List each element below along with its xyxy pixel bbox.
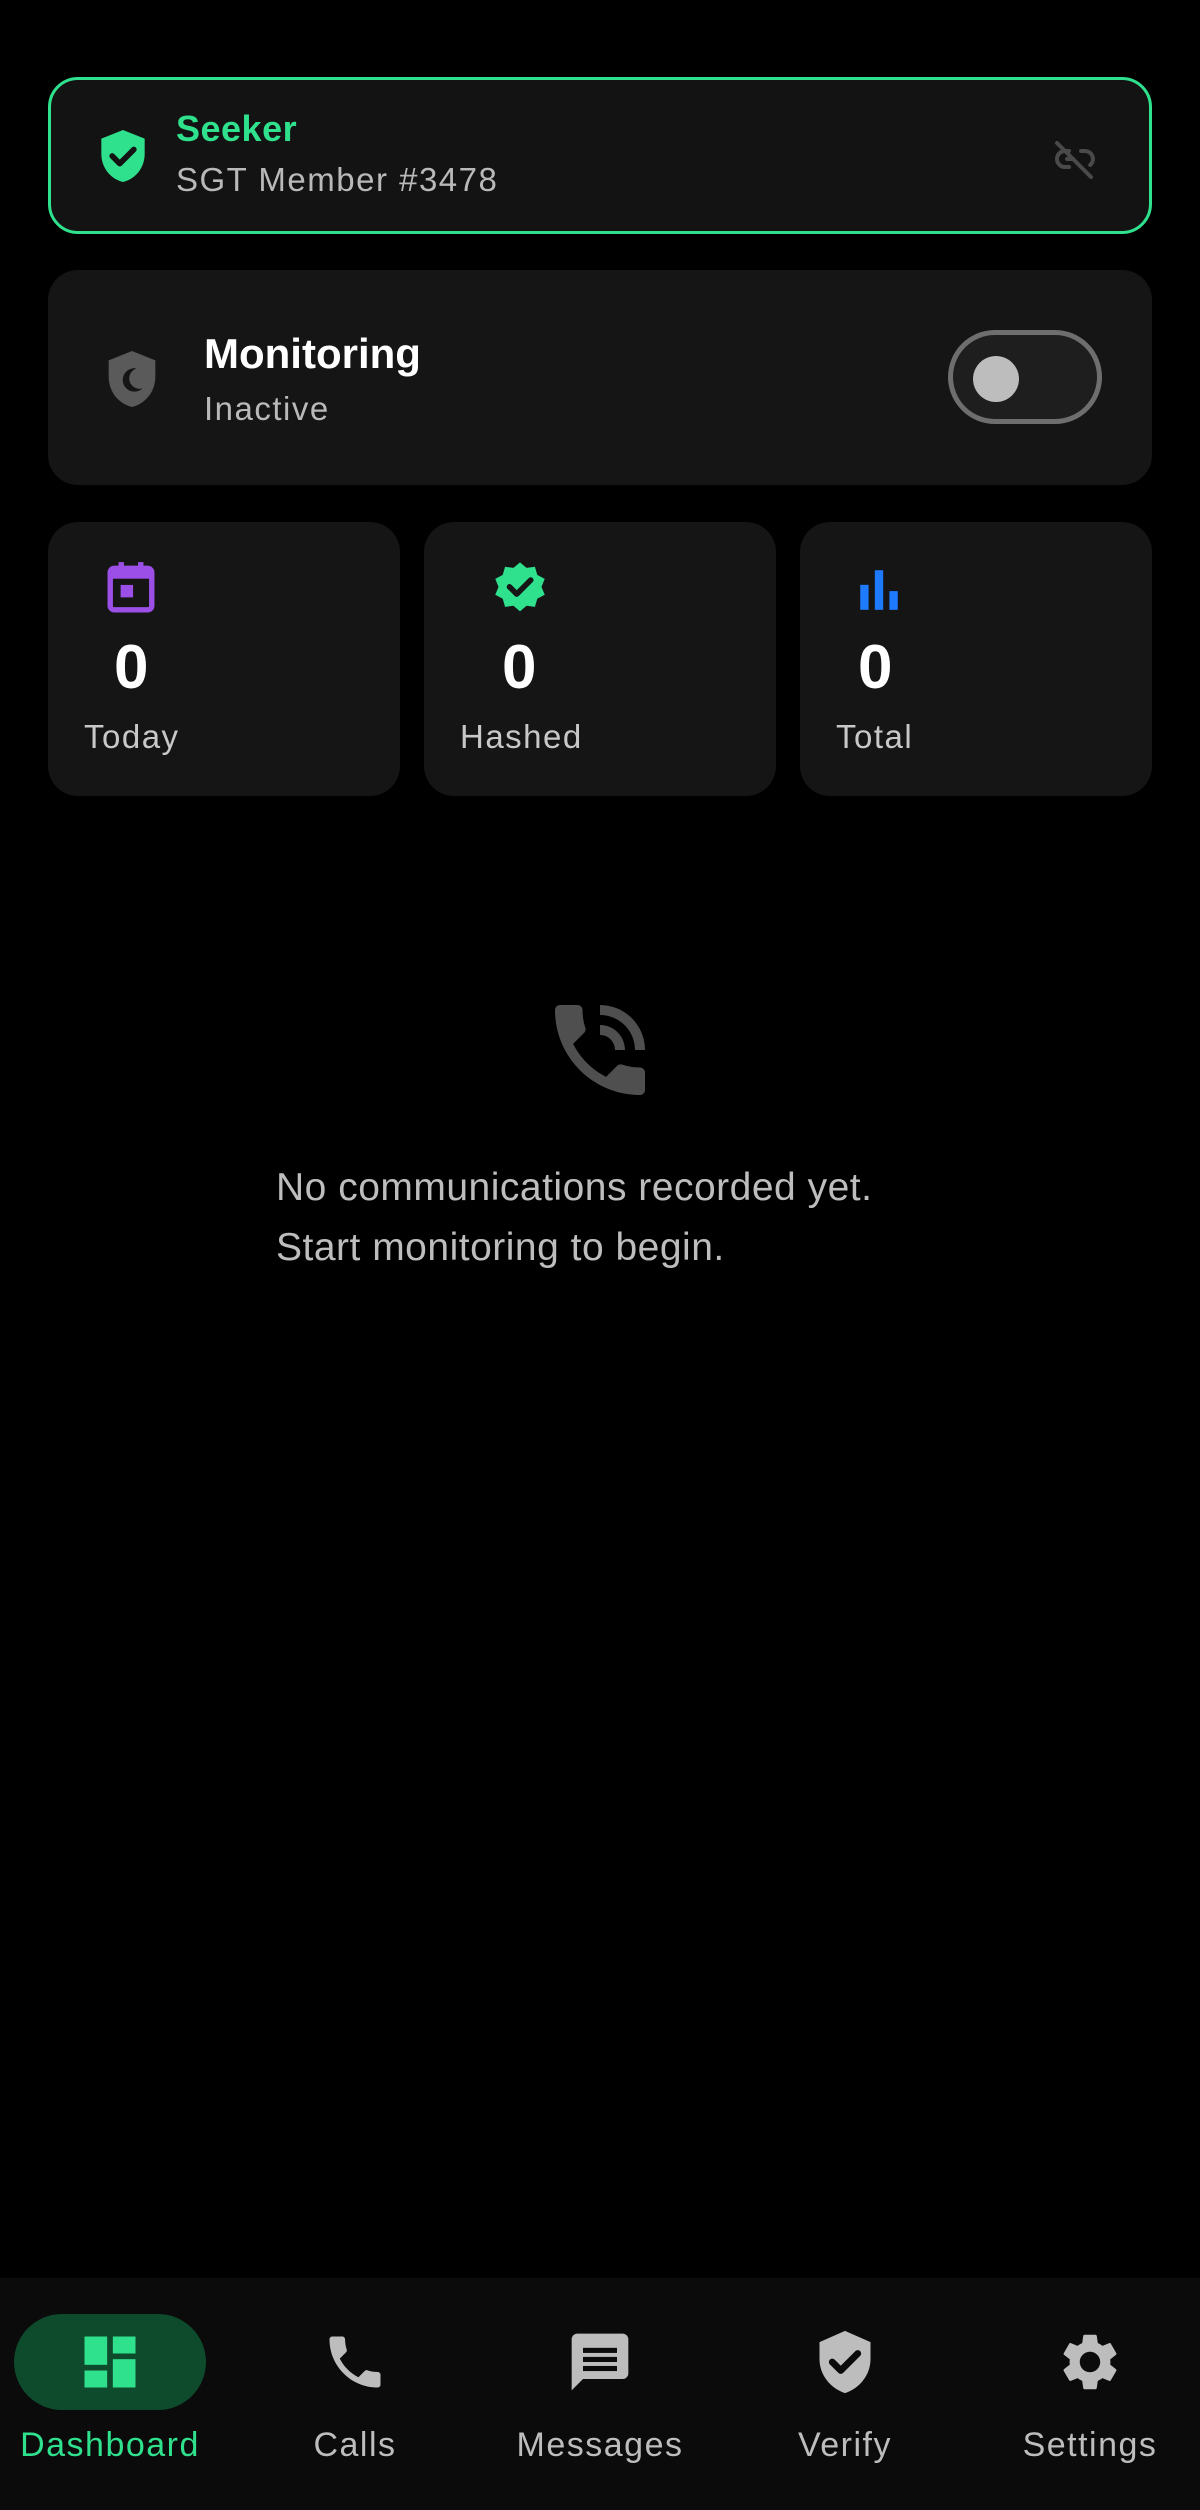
verified-shield-icon xyxy=(101,130,145,182)
monitoring-status: Inactive xyxy=(204,390,330,427)
nav-item-verify[interactable]: Verify xyxy=(750,2278,940,2510)
bar-chart-icon xyxy=(860,570,898,610)
dashboard-icon xyxy=(84,2336,136,2388)
link-off-icon[interactable] xyxy=(1051,135,1099,183)
phone-in-talk-icon xyxy=(555,1005,645,1095)
stat-card-total: 0 Total xyxy=(800,522,1152,796)
stat-label: Today xyxy=(84,718,180,755)
stat-card-today: 0 Today xyxy=(48,522,400,796)
member-title: Seeker xyxy=(176,108,298,149)
phone-icon xyxy=(329,2336,381,2388)
monitoring-title: Monitoring xyxy=(204,330,421,377)
message-icon xyxy=(571,2333,629,2391)
monitoring-card: Monitoring Inactive xyxy=(48,270,1152,485)
empty-state-message: No communications recorded yet. Start mo… xyxy=(276,1166,873,1269)
stat-value: 0 xyxy=(114,633,149,702)
shield-moon-icon xyxy=(108,351,156,407)
nav-item-messages[interactable]: Messages xyxy=(500,2278,700,2510)
calendar-icon xyxy=(107,562,155,613)
toggle-knob xyxy=(973,356,1019,402)
nav-item-calls[interactable]: Calls xyxy=(260,2278,450,2510)
verified-badge-icon xyxy=(495,562,545,612)
stat-card-hashed: 0 Hashed xyxy=(424,522,776,796)
stat-value: 0 xyxy=(502,633,537,702)
gear-icon xyxy=(1063,2334,1117,2390)
nav-label: Verify xyxy=(797,2426,893,2464)
nav-label: Calls xyxy=(313,2426,397,2464)
stat-value: 0 xyxy=(858,633,893,702)
verify-shield-icon xyxy=(819,2330,871,2394)
nav-label: Dashboard xyxy=(20,2426,200,2464)
stat-label: Hashed xyxy=(460,718,583,755)
nav-item-settings[interactable]: Settings xyxy=(990,2278,1190,2510)
monitoring-toggle[interactable] xyxy=(948,330,1102,424)
member-id: SGT Member #3478 xyxy=(176,161,499,198)
bottom-navigation: Dashboard Calls Messages Verify Settings xyxy=(0,2278,1200,2510)
member-card[interactable]: Seeker SGT Member #3478 xyxy=(48,77,1152,234)
nav-label: Settings xyxy=(1022,2426,1158,2464)
stat-label: Total xyxy=(836,718,914,755)
nav-label: Messages xyxy=(516,2426,684,2464)
nav-item-dashboard[interactable]: Dashboard xyxy=(0,2278,220,2510)
